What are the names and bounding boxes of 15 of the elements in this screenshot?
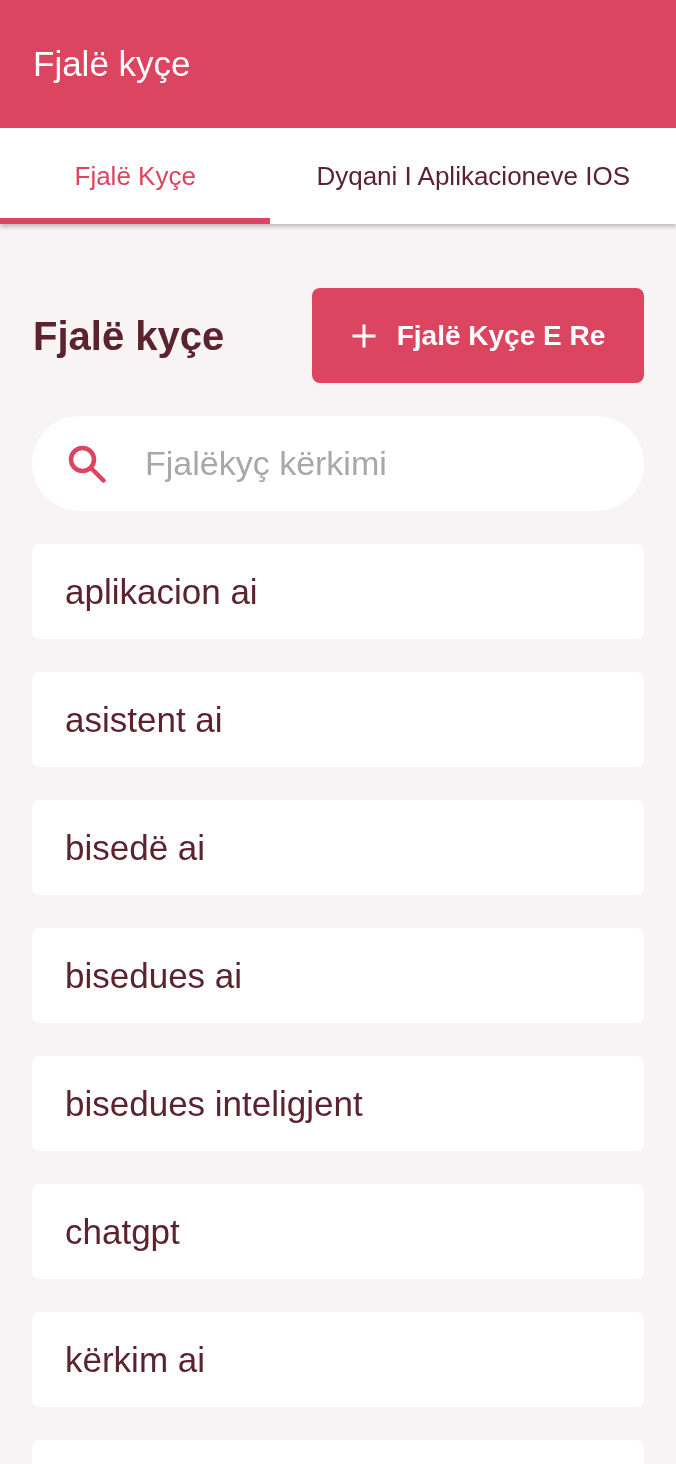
plus-icon <box>350 322 377 349</box>
keyword-item[interactable]: kërkim ai <box>32 1312 644 1407</box>
tab[interactable]: Dyqani I Aplikacioneve IOS <box>270 128 676 224</box>
keyword-item[interactable]: aplikacion ai <box>32 544 644 639</box>
keyword-item[interactable]: bisedë ai <box>32 800 644 895</box>
tab[interactable]: Fjalë Kyçe <box>0 128 271 224</box>
search-icon <box>68 445 106 483</box>
keyword-item[interactable]: bisedues ai <box>32 928 644 1023</box>
search-field[interactable]: Fjalëkyç kërkimi <box>32 416 644 511</box>
keyword-item[interactable]: chatgpt <box>32 1184 644 1279</box>
keyword-item[interactable]: asistent ai <box>32 672 644 767</box>
keyword-item[interactable]: bisedues inteligjent <box>32 1056 644 1151</box>
app-title: Fjalë kyçe <box>33 43 191 85</box>
add-keyword-button[interactable]: Fjalë Kyçe E Re <box>312 288 644 383</box>
page-heading: Fjalë kyçe <box>33 312 225 360</box>
